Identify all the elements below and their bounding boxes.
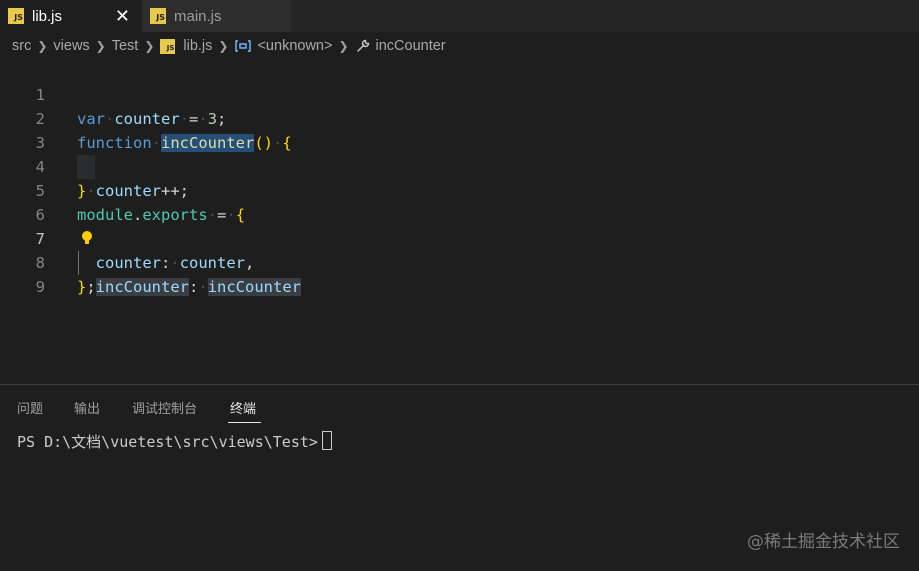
terminal-output[interactable]: PS D:\文档\vuetest\src\views\Test>: [17, 431, 332, 452]
tab-main-js[interactable]: JS main.js: [142, 0, 291, 32]
chevron-right-icon: ❯: [218, 39, 229, 53]
terminal-prompt: PS D:\文档\vuetest\src\views\Test>: [17, 433, 318, 451]
tab-output[interactable]: 输出: [74, 398, 100, 417]
terminal-cursor: [321, 431, 332, 450]
code-text: };: [77, 278, 96, 296]
code-line[interactable]: 1 var·counter·=·3;: [0, 59, 919, 128]
breadcrumb-item-inccounter[interactable]: incCounter: [376, 38, 446, 54]
wrench-icon: [356, 39, 369, 52]
code-line[interactable]: 4 }: [0, 131, 919, 200]
breadcrumb-item-src[interactable]: src: [12, 38, 31, 54]
close-icon[interactable]: ✕: [115, 6, 130, 27]
chevron-right-icon: ❯: [37, 39, 48, 53]
watermark: @稀土掘金技术社区: [747, 532, 900, 552]
breadcrumb-item-lib-js[interactable]: lib.js: [183, 38, 212, 54]
code-line-active[interactable]: 7 ··incCounter:·incCounter: [0, 203, 919, 296]
code-line[interactable]: 8 };: [0, 227, 919, 296]
code-text: ··incCounter:·incCounter: [77, 278, 302, 296]
editor-tab-bar: JS lib.js ✕ JS main.js: [0, 0, 919, 32]
variable-icon: [235, 40, 252, 52]
chevron-right-icon: ❯: [144, 39, 155, 53]
js-file-icon: JS: [8, 8, 24, 24]
code-line[interactable]: 5 module.exports·=·{: [0, 155, 919, 224]
tab-terminal[interactable]: 终端: [230, 398, 256, 417]
code-line[interactable]: 2 function·incCounter()·{: [0, 83, 919, 152]
breadcrumb-item-test[interactable]: Test: [112, 38, 139, 54]
code-line[interactable]: 6 counter:·counter,: [0, 179, 919, 272]
breadcrumb-item-unknown[interactable]: <unknown>: [257, 38, 332, 54]
active-tab-indicator: [228, 422, 261, 423]
tab-problems[interactable]: 问题: [17, 398, 43, 417]
breadcrumb-item-views[interactable]: views: [53, 38, 89, 54]
tab-lib-js[interactable]: JS lib.js ✕: [0, 0, 142, 32]
code-editor[interactable]: 1 var·counter·=·3; 2 function·incCounter…: [0, 59, 919, 369]
js-file-icon: JS: [150, 8, 166, 24]
line-number: 9: [35, 278, 45, 296]
code-line[interactable]: 3 ··counter++;: [0, 107, 919, 200]
tab-label: lib.js: [32, 7, 63, 25]
chevron-right-icon: ❯: [95, 39, 106, 53]
breadcrumb: src ❯ views ❯ Test ❯ JS lib.js ❯ <unknow…: [0, 34, 446, 58]
js-file-icon: JS: [160, 38, 176, 54]
chevron-right-icon: ❯: [338, 39, 349, 53]
tab-debug-console[interactable]: 调试控制台: [132, 398, 197, 417]
code-line[interactable]: 9: [0, 251, 919, 296]
tab-label: main.js: [174, 7, 222, 25]
